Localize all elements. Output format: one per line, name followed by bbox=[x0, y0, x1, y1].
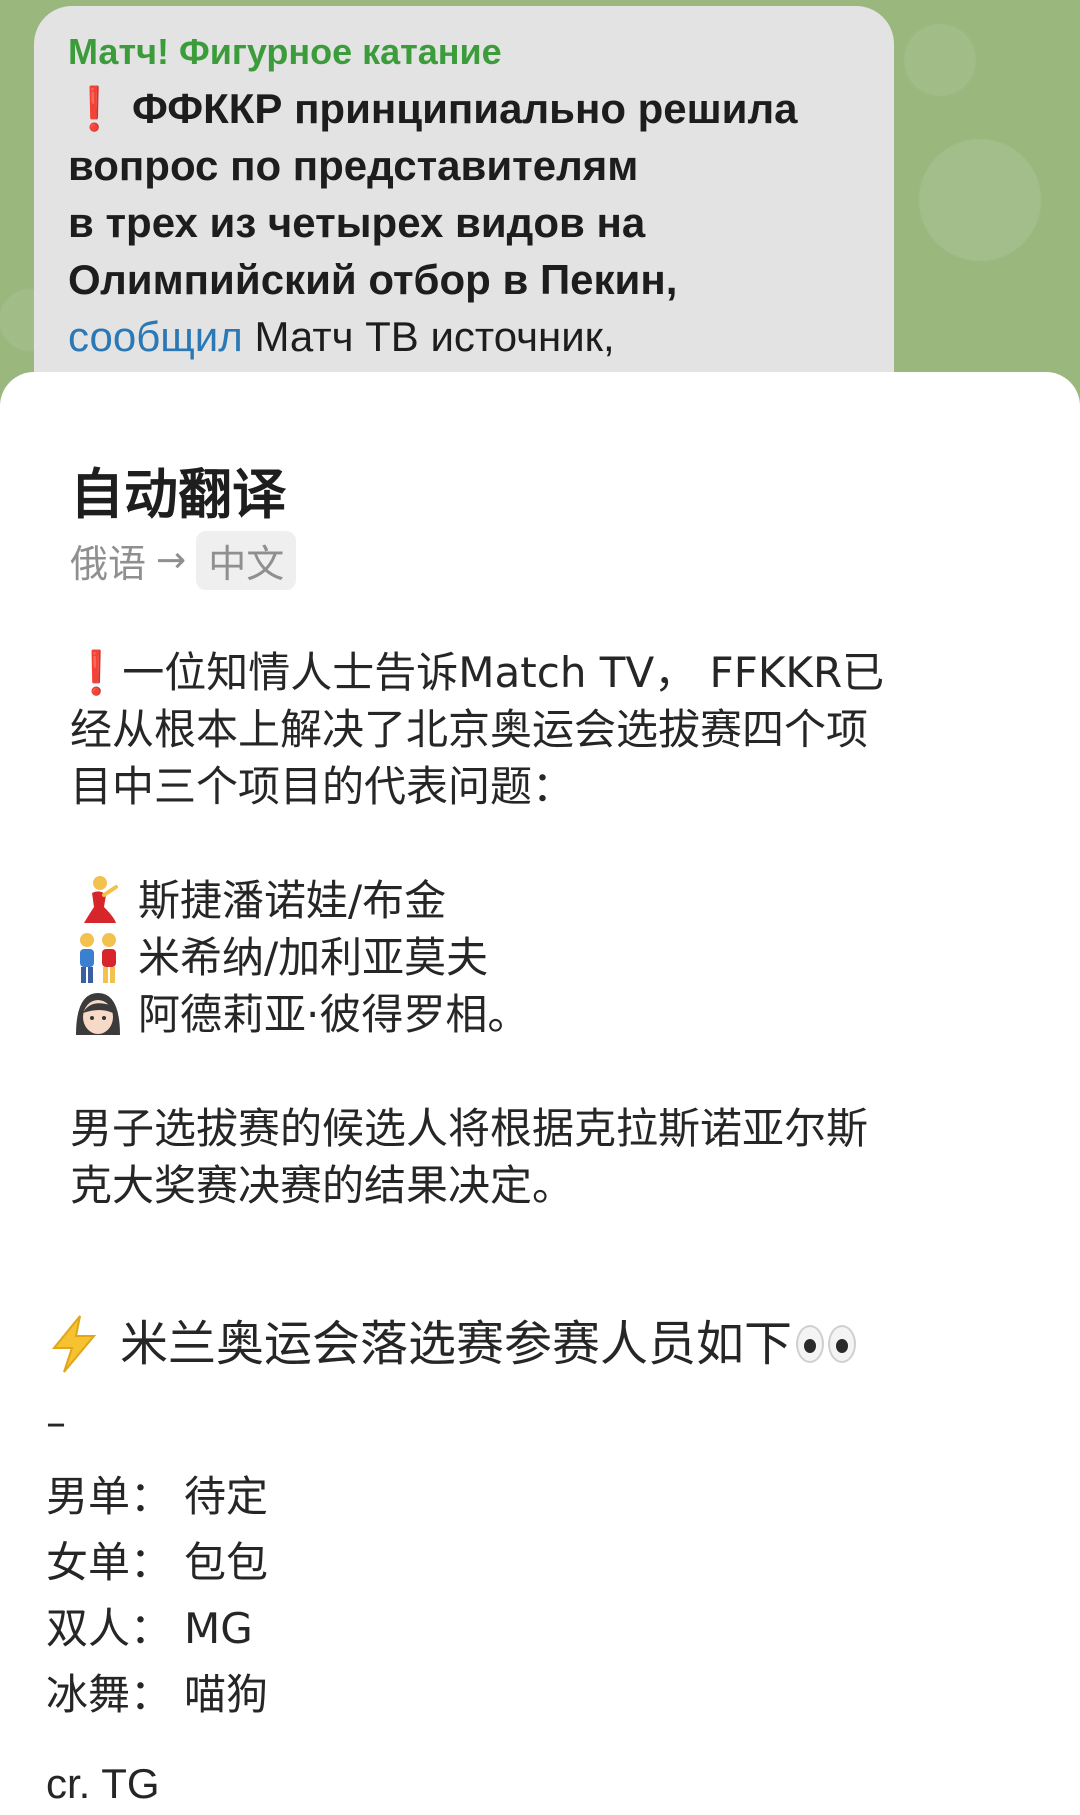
message-text: ❗ ФФККР принципиально решила вопрос по п… bbox=[68, 85, 798, 303]
sheet-title: 自动翻译 bbox=[70, 463, 286, 526]
list-item: 双人： MG bbox=[46, 1604, 253, 1653]
translation-sheet: 自动翻译 俄语 → 中文 ❗一位知情人士告诉Match TV， FFKKR已 经… bbox=[0, 372, 1080, 1252]
source-language: 俄语 bbox=[70, 541, 147, 586]
lightning-icon bbox=[51, 1315, 97, 1373]
list-item: 女单： 包包 bbox=[46, 1538, 269, 1587]
list-item: 米希纳/加利亚莫夫 bbox=[70, 929, 1015, 986]
woman-icon bbox=[76, 992, 120, 1035]
list-item: 男单： 待定 bbox=[46, 1472, 269, 1521]
exclamation-icon: ❗ bbox=[68, 85, 121, 132]
list-item: 阿德莉亚·彼得罗相。 bbox=[70, 986, 1015, 1043]
dancer-icon bbox=[84, 875, 118, 923]
exclamation-icon: ❗ bbox=[70, 648, 123, 697]
arrow-right-icon: → bbox=[156, 539, 187, 581]
message-link[interactable]: сообщил bbox=[68, 313, 243, 360]
post-title: 米兰奥运会落选赛参赛人员如下 bbox=[46, 1312, 1046, 1376]
eyes-icon bbox=[796, 1325, 857, 1363]
list-item: 冰舞： 喵狗 bbox=[46, 1670, 269, 1719]
separator: – bbox=[46, 1400, 66, 1446]
list-item: 斯捷潘诺娃/布金 bbox=[70, 872, 1015, 929]
target-language[interactable]: 中文 bbox=[196, 530, 297, 590]
message-last-line: сообщил Матч ТВ источник, bbox=[68, 313, 615, 360]
credit-text: cr. TG bbox=[46, 1760, 160, 1807]
translation-text: ❗一位知情人士告诉Match TV， FFKKR已 经从根本上解决了北京奥运会选… bbox=[70, 644, 1015, 1214]
couple-icon bbox=[80, 932, 116, 983]
roster-list: 男单： 待定 女单： 包包 双人： MG 冰舞： 喵狗 bbox=[46, 1464, 268, 1728]
channel-name[interactable]: Матч! Фигурное катание bbox=[68, 30, 860, 74]
message-bubble[interactable]: Матч! Фигурное катание ❗ ФФККР принципиа… bbox=[34, 6, 894, 426]
language-selector[interactable]: 俄语 → 中文 bbox=[70, 530, 297, 590]
